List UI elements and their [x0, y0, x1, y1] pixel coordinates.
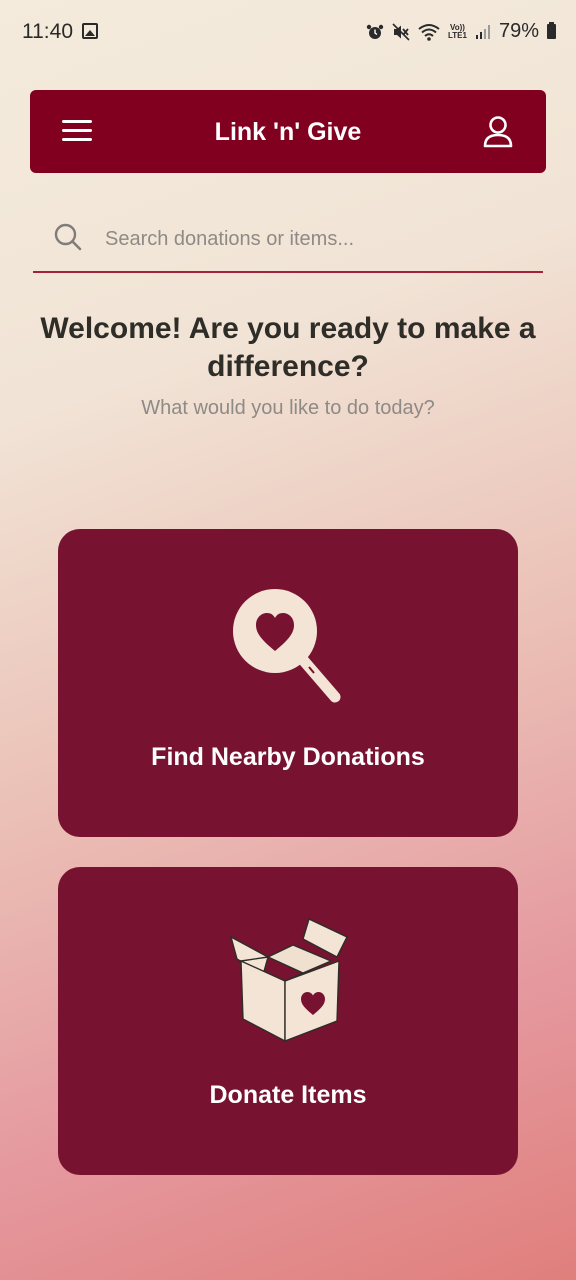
donate-items-card[interactable]: Donate Items — [58, 867, 518, 1175]
find-nearby-donations-card[interactable]: Find Nearby Donations — [58, 529, 518, 837]
mute-icon — [392, 22, 410, 41]
find-nearby-donations-label: Find Nearby Donations — [151, 743, 425, 771]
profile-button[interactable] — [480, 114, 516, 150]
signal-icon — [475, 24, 491, 40]
heart-box-icon — [229, 918, 348, 1043]
app-bar: Link 'n' Give — [30, 90, 546, 173]
wifi-icon — [418, 23, 440, 41]
user-icon — [483, 116, 513, 148]
donate-items-label: Donate Items — [209, 1081, 367, 1109]
search-input[interactable] — [103, 222, 527, 256]
welcome-title: Welcome! Are you ready to make a differe… — [40, 312, 536, 383]
heart-magnifier-icon — [233, 589, 341, 703]
battery-icon — [547, 22, 556, 39]
status-icons: Vo)) LTE1 79% — [366, 20, 556, 43]
app-title: Link 'n' Give — [214, 118, 362, 146]
battery-percent: 79% — [498, 20, 539, 42]
welcome-subtitle: What would you like to do today? — [141, 397, 435, 419]
volte-icon: Vo)) LTE1 — [448, 22, 467, 40]
alarm-icon — [366, 23, 384, 41]
search-bar — [33, 210, 543, 273]
search-icon — [54, 223, 82, 251]
status-bar: 11:40 Vo)) LTE1 79% — [0, 0, 576, 64]
gallery-notification-icon — [82, 23, 98, 39]
status-time: 11:40 — [22, 20, 73, 43]
